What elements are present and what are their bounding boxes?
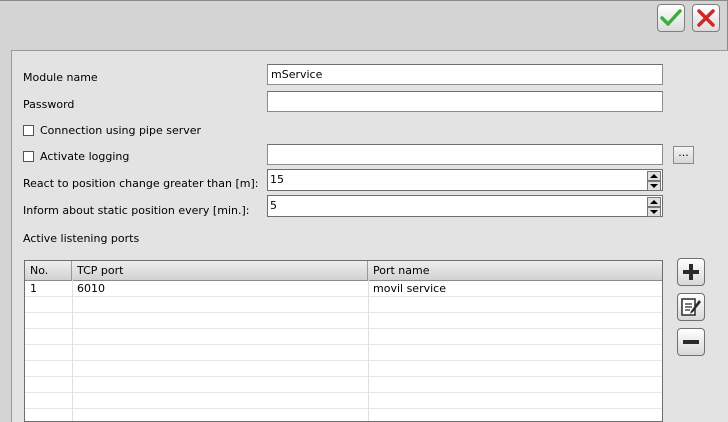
column-divider bbox=[368, 280, 369, 421]
inform-spinbox[interactable]: 5 bbox=[267, 195, 663, 217]
inform-decrement-button[interactable] bbox=[647, 207, 661, 217]
pipe-server-checkbox[interactable]: Connection using pipe server bbox=[23, 124, 201, 137]
empty-row[interactable] bbox=[25, 377, 662, 393]
password-field[interactable] bbox=[267, 91, 663, 112]
minus-icon bbox=[683, 340, 699, 344]
ok-button[interactable] bbox=[657, 4, 685, 32]
empty-row[interactable] bbox=[25, 409, 662, 421]
cell-port-name: movil service bbox=[373, 282, 446, 295]
plus-icon bbox=[683, 264, 699, 280]
module-name-label: Module name bbox=[23, 71, 98, 84]
column-header-port-name[interactable]: Port name bbox=[368, 261, 662, 280]
react-spinbox[interactable]: 15 bbox=[267, 169, 663, 191]
checkmark-icon bbox=[660, 9, 682, 26]
logging-label: Activate logging bbox=[40, 150, 130, 163]
edit-port-button[interactable] bbox=[677, 293, 705, 321]
inform-label: Inform about static position every [min.… bbox=[23, 204, 250, 217]
empty-row[interactable] bbox=[25, 393, 662, 409]
ports-table-header: No. TCP port Port name bbox=[25, 261, 662, 281]
module-name-field[interactable]: mService bbox=[267, 64, 663, 85]
close-icon bbox=[697, 9, 715, 27]
pipe-server-checkbox-box[interactable] bbox=[23, 125, 34, 136]
react-decrement-button[interactable] bbox=[647, 181, 661, 191]
cell-no: 1 bbox=[30, 282, 37, 295]
ports-label: Active listening ports bbox=[23, 232, 140, 245]
logging-checkbox[interactable]: Activate logging bbox=[23, 150, 129, 163]
pipe-server-label: Connection using pipe server bbox=[40, 124, 202, 137]
table-row[interactable]: 1 6010 movil service bbox=[25, 281, 662, 297]
browse-button[interactable]: ... bbox=[673, 146, 694, 164]
column-header-no[interactable]: No. bbox=[25, 261, 72, 280]
empty-row[interactable] bbox=[25, 313, 662, 329]
column-divider bbox=[72, 280, 73, 421]
edit-icon bbox=[681, 298, 701, 316]
log-path-field[interactable] bbox=[267, 144, 663, 165]
logging-checkbox-box[interactable] bbox=[23, 151, 34, 162]
inform-increment-button[interactable] bbox=[647, 197, 661, 207]
add-port-button[interactable] bbox=[677, 258, 705, 286]
empty-row[interactable] bbox=[25, 329, 662, 345]
empty-row[interactable] bbox=[25, 361, 662, 377]
react-increment-button[interactable] bbox=[647, 171, 661, 181]
react-value[interactable]: 15 bbox=[270, 172, 284, 188]
react-label: React to position change greater than [m… bbox=[23, 177, 259, 190]
empty-row[interactable] bbox=[25, 297, 662, 313]
close-button[interactable] bbox=[692, 4, 720, 32]
cell-tcp-port: 6010 bbox=[77, 282, 105, 295]
remove-port-button[interactable] bbox=[677, 328, 705, 356]
inform-value[interactable]: 5 bbox=[270, 198, 277, 214]
empty-row[interactable] bbox=[25, 345, 662, 361]
ports-table[interactable]: No. TCP port Port name 1 6010 movil serv… bbox=[24, 260, 663, 422]
window-top-border bbox=[0, 0, 727, 1]
column-header-tcp-port[interactable]: TCP port bbox=[72, 261, 368, 280]
password-label: Password bbox=[23, 98, 75, 111]
